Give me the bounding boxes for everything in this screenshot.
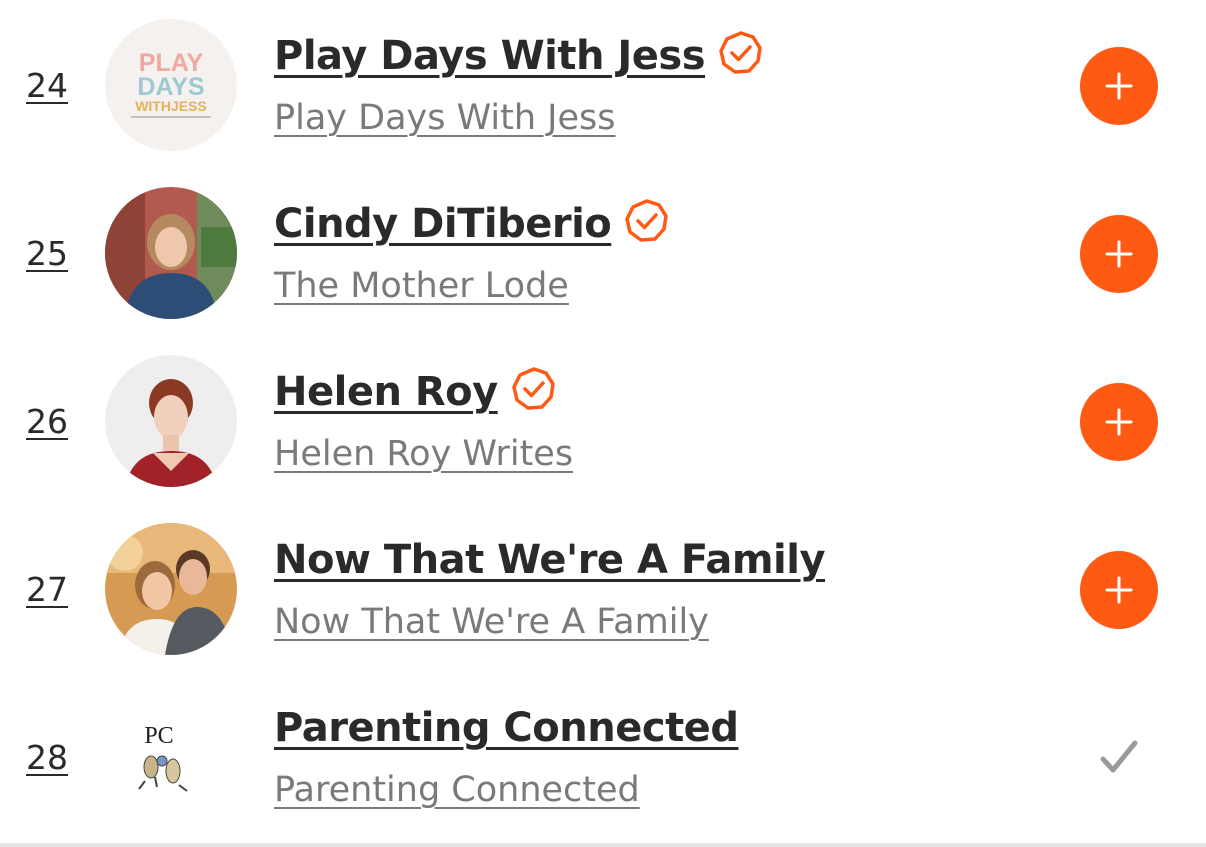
plus-icon: [1105, 408, 1133, 436]
list-item[interactable]: 26 Helen Roy Helen Roy Writes: [0, 336, 1206, 504]
title-row: Parenting Connected: [274, 704, 739, 752]
author-photo: [105, 187, 237, 319]
verified-badge-icon: [511, 367, 556, 411]
plus-icon: [1105, 72, 1133, 100]
avatar-text-line2: DAYS: [137, 73, 204, 101]
author-name-link[interactable]: Cindy DiTiberio: [274, 200, 612, 248]
author-name-link[interactable]: Helen Roy: [274, 368, 498, 416]
publication-name-link[interactable]: Play Days With Jess: [274, 96, 616, 140]
list-item[interactable]: 28 PC Parenting Connected Parenting Conn…: [0, 672, 1206, 840]
rank-number[interactable]: 26: [26, 402, 68, 442]
avatar[interactable]: [105, 355, 237, 487]
title-row: Play Days With Jess: [274, 31, 763, 80]
play-days-logo: PLAY DAYS WITHJESS: [105, 19, 237, 151]
publication-list: 24 PLAY DAYS WITHJESS Play Days With Jes…: [0, 0, 1206, 843]
author-name-link[interactable]: Play Days With Jess: [274, 32, 706, 80]
avatar-text-line3: WITHJESS: [135, 98, 207, 114]
list-item[interactable]: 24 PLAY DAYS WITHJESS Play Days With Jes…: [0, 0, 1206, 168]
verified-badge-icon: [719, 31, 763, 75]
verified-badge-icon: [625, 199, 669, 243]
publication-name-link[interactable]: Now That We're A Family: [274, 600, 709, 644]
author-photo: [105, 523, 237, 655]
plus-icon: [1105, 240, 1133, 268]
rank-number[interactable]: 24: [26, 66, 68, 106]
avatar[interactable]: [105, 523, 237, 655]
list-item[interactable]: 25 Cindy DiTiberio The Mother Lode: [0, 168, 1206, 336]
subscribe-button[interactable]: [1080, 383, 1158, 461]
avatar[interactable]: [105, 187, 237, 319]
avatar[interactable]: PC: [105, 691, 237, 823]
author-photo: [105, 355, 237, 487]
checkmark-icon: [1100, 740, 1138, 773]
rank-number[interactable]: 27: [26, 570, 68, 610]
avatar[interactable]: PLAY DAYS WITHJESS: [105, 19, 237, 151]
publication-name-link[interactable]: The Mother Lode: [274, 264, 569, 308]
rank-number[interactable]: 28: [26, 738, 68, 778]
subscribed-button[interactable]: [1080, 719, 1158, 797]
plus-icon: [1105, 576, 1133, 604]
list-item[interactable]: 27 Now That We're A Family Now That We'r…: [0, 504, 1206, 672]
author-name-link[interactable]: Parenting Connected: [274, 704, 739, 752]
parenting-connected-logo: PC: [105, 691, 237, 823]
subscribe-button[interactable]: [1080, 47, 1158, 125]
title-row: Now That We're A Family: [274, 536, 826, 584]
subscribe-button[interactable]: [1080, 551, 1158, 629]
rank-number[interactable]: 25: [26, 234, 68, 274]
subscribe-button[interactable]: [1080, 215, 1158, 293]
title-row: Cindy DiTiberio: [274, 199, 669, 248]
publication-name-link[interactable]: Helen Roy Writes: [274, 432, 573, 476]
title-row: Helen Roy: [274, 367, 556, 416]
avatar-text: PC: [144, 723, 173, 749]
publication-name-link[interactable]: Parenting Connected: [274, 768, 640, 812]
bottom-divider: [0, 843, 1206, 847]
author-name-link[interactable]: Now That We're A Family: [274, 536, 826, 584]
